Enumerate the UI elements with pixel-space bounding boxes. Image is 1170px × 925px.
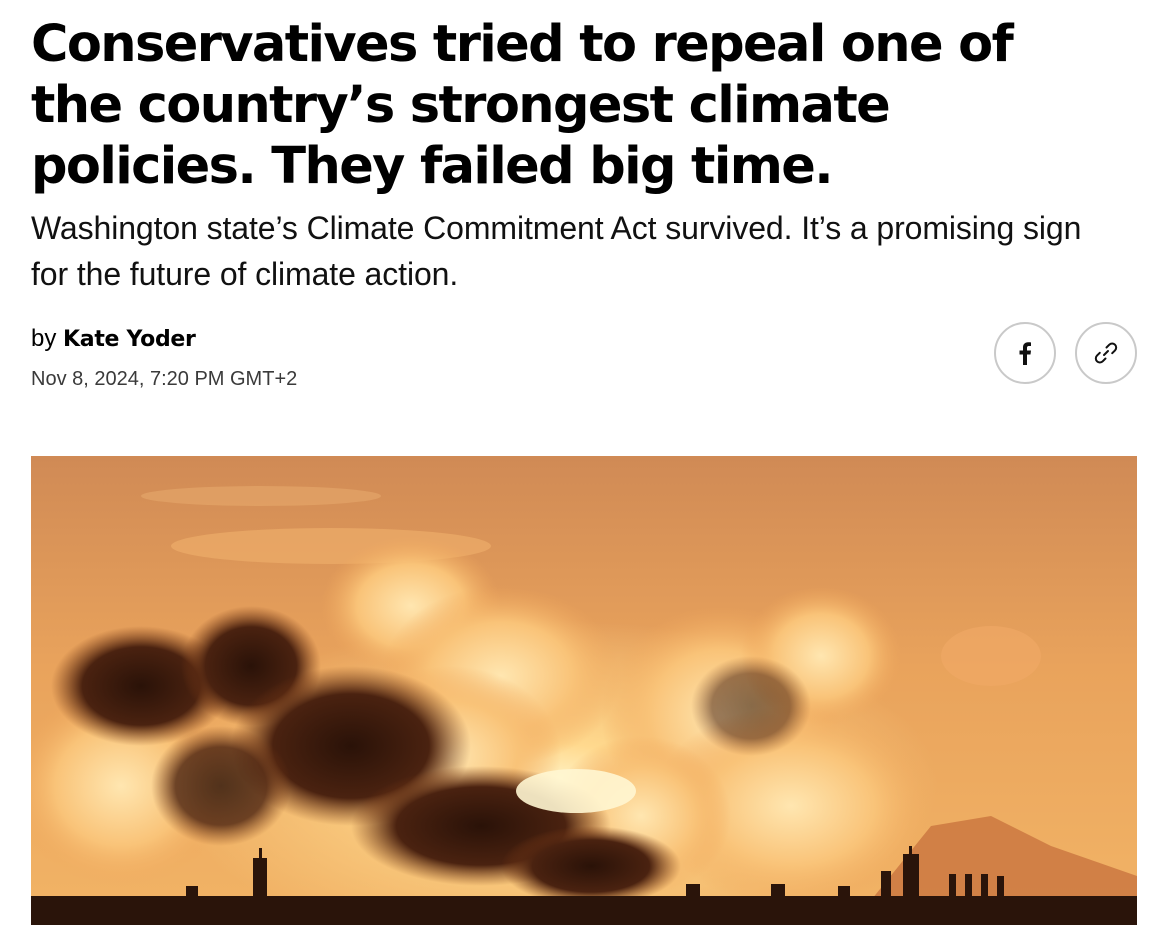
share-buttons <box>994 322 1137 384</box>
facebook-icon <box>1018 341 1032 365</box>
link-icon <box>1093 340 1119 366</box>
headline: Conservatives tried to repeal one of the… <box>31 15 1014 196</box>
author-link[interactable]: Kate Yoder <box>63 327 196 352</box>
facebook-share-button[interactable] <box>994 322 1056 384</box>
byline: by Kate Yoder <box>31 324 196 355</box>
publish-timestamp: Nov 8, 2024, 7:20 PM GMT+2 <box>31 368 298 390</box>
hero-image <box>31 456 1137 925</box>
dek: Washington state’s Climate Commitment Ac… <box>31 210 1082 292</box>
copy-link-button[interactable] <box>1075 322 1137 384</box>
byline-prefix: by <box>31 325 57 352</box>
